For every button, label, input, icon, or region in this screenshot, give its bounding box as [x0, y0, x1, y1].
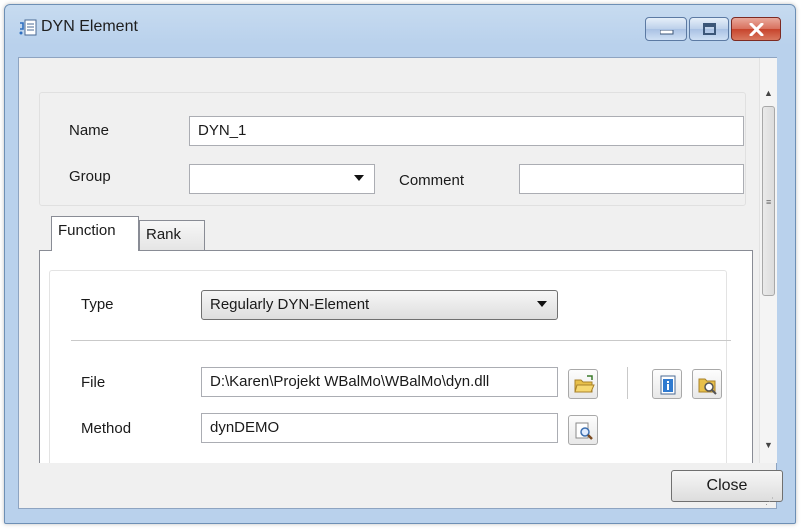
name-label: Name: [69, 122, 110, 139]
file-path-field[interactable]: D:\Karen\Projekt WBalMo\WBalMo\dyn.dll: [201, 367, 558, 397]
window-close-button[interactable]: [731, 17, 781, 41]
scrollbar-thumb[interactable]: ≡: [762, 106, 775, 296]
dyn-element-window: DYN Element Name DYN_1 Group Comment Fun…: [4, 4, 796, 524]
comment-label: Comment: [399, 172, 465, 189]
method-field[interactable]: dynDEMO: [201, 413, 558, 443]
resize-grip-icon[interactable]: ⋰: [765, 496, 774, 507]
tab-function-label: Function: [58, 222, 116, 239]
search-method-button[interactable]: [568, 415, 598, 445]
maximize-icon: [703, 23, 716, 35]
minimize-button[interactable]: [645, 17, 687, 41]
close-icon: [749, 23, 764, 36]
grip-icon: ≡: [766, 197, 772, 207]
chevron-down-icon: [354, 175, 364, 181]
dyn-element-icon: [19, 19, 37, 36]
maximize-button[interactable]: [689, 17, 729, 41]
browse-file-button[interactable]: [568, 369, 598, 399]
info-icon: [660, 375, 676, 395]
scroll-down-icon[interactable]: ▼: [764, 440, 773, 450]
folder-search-button[interactable]: [692, 369, 722, 399]
chevron-down-icon: [537, 301, 547, 307]
tab-rank-label: Rank: [146, 226, 182, 243]
file-label: File: [81, 374, 106, 391]
title-bar[interactable]: DYN Element: [5, 5, 795, 55]
separator-line: [71, 340, 731, 341]
folder-search-icon: [698, 378, 717, 395]
tab-rank[interactable]: Rank: [139, 220, 205, 250]
search-icon: [575, 422, 593, 440]
name-field[interactable]: DYN_1: [189, 116, 744, 146]
toolbar-separator: [627, 367, 628, 399]
window-title: DYN Element: [41, 18, 138, 35]
tab-function[interactable]: Function: [51, 216, 139, 251]
method-label: Method: [81, 420, 132, 437]
vertical-scrollbar[interactable]: ▲ ≡ ▼: [759, 58, 777, 463]
open-folder-icon: [574, 375, 595, 393]
type-dropdown[interactable]: Regularly DYN-Element: [201, 290, 558, 320]
group-dropdown[interactable]: [189, 164, 375, 194]
scrollable-content: Name DYN_1 Group Comment Function Rank T…: [19, 58, 759, 463]
group-label: Group: [69, 168, 111, 185]
comment-field[interactable]: [519, 164, 744, 194]
dll-info-button[interactable]: [652, 369, 682, 399]
type-label: Type: [81, 296, 114, 313]
dialog-client-area: Name DYN_1 Group Comment Function Rank T…: [18, 57, 783, 509]
type-dropdown-value: Regularly DYN-Element: [210, 296, 370, 313]
scroll-up-icon[interactable]: ▲: [764, 88, 773, 98]
minimize-icon: [660, 30, 674, 35]
